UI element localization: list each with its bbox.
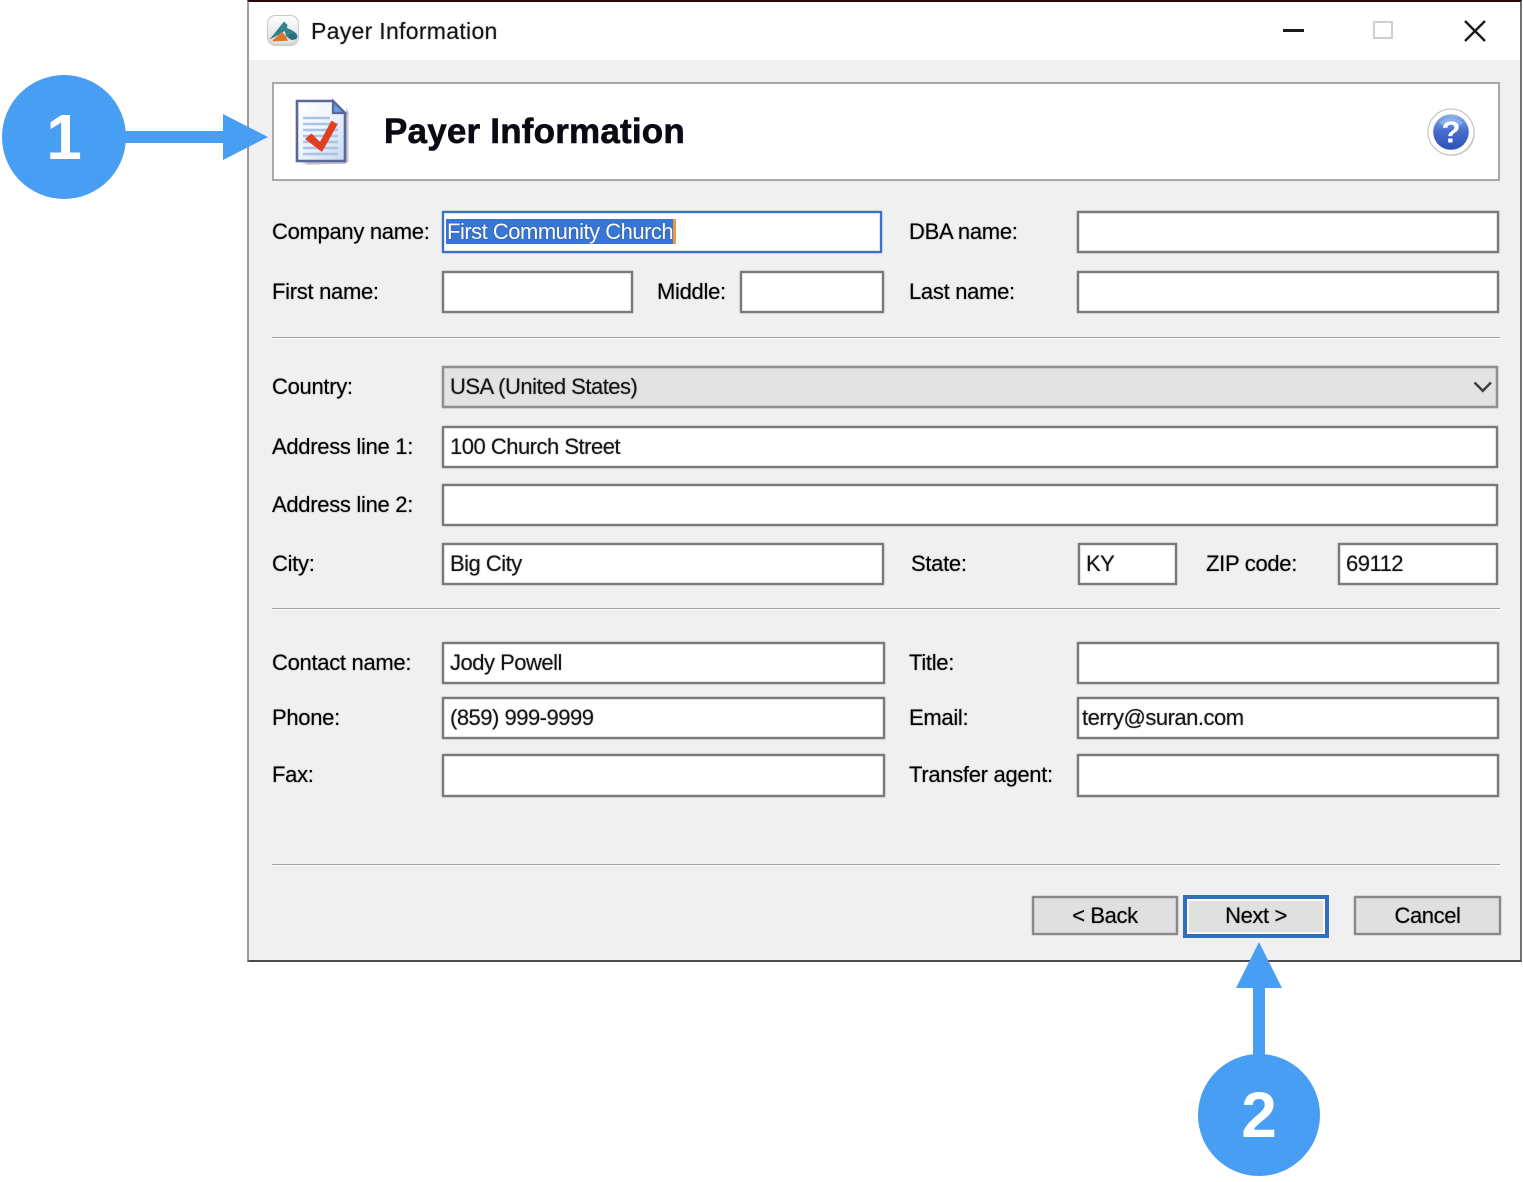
svg-text:?: ? [1442, 115, 1461, 150]
